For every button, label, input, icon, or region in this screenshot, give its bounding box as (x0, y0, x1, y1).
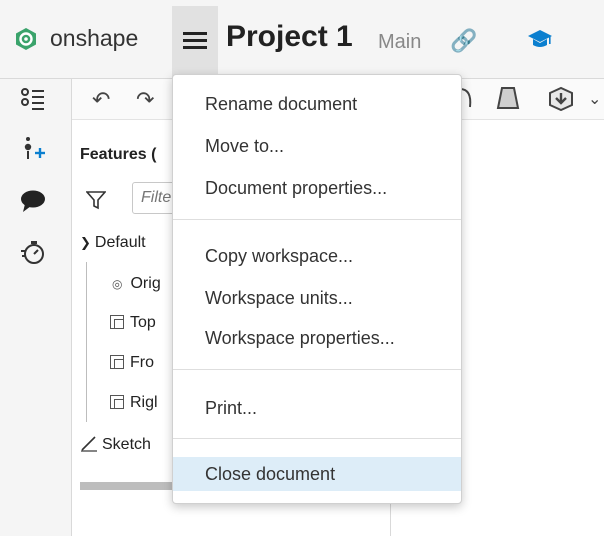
workspace-name[interactable]: Main (378, 31, 421, 54)
tree-item-top-plane[interactable]: Top (110, 314, 156, 332)
origin-icon: ◎ (112, 277, 123, 291)
menu-icon (183, 32, 207, 35)
menu-separator (173, 438, 461, 439)
plane-icon (110, 355, 124, 369)
tree-item-label: Rigl (130, 394, 158, 411)
features-title: Features ( (80, 146, 157, 163)
undo-icon[interactable]: ↶ (92, 87, 110, 113)
tree-item-label: Top (130, 314, 156, 331)
plane-icon (110, 395, 124, 409)
menu-item-workspace-units[interactable]: Workspace units... (173, 281, 461, 315)
tree-guide-line (86, 262, 87, 422)
link-icon[interactable]: 🔗 (450, 28, 477, 54)
tree-item-label: Fro (130, 354, 154, 371)
menu-separator (173, 219, 461, 220)
onshape-logo-icon[interactable] (14, 27, 38, 51)
insertable-icon[interactable] (20, 135, 46, 161)
menu-item-workspace-properties[interactable]: Workspace properties... (173, 321, 461, 355)
left-rail (0, 79, 72, 536)
sketch-pencil-icon (81, 436, 97, 452)
tree-item-sketch[interactable]: Sketch (80, 434, 151, 454)
loft-icon[interactable] (496, 85, 520, 111)
document-menu-dropdown: Rename document Move to... Document prop… (172, 74, 462, 504)
tree-item-front-plane[interactable]: Fro (110, 354, 154, 372)
menu-separator (173, 369, 461, 370)
menu-item-close-document[interactable]: Close document (173, 457, 461, 491)
tree-item-label: Default (94, 234, 146, 251)
menu-item-document-properties[interactable]: Document properties... (173, 171, 461, 205)
document-menu-button[interactable] (172, 6, 218, 78)
chevron-down-icon[interactable]: ⌄ (588, 89, 601, 109)
learning-center-icon[interactable] (527, 28, 553, 50)
document-title[interactable]: Project 1 (226, 20, 353, 54)
tree-item-label: Sketch (102, 436, 151, 453)
timer-icon[interactable] (20, 239, 46, 265)
brand-name[interactable]: onshape (50, 25, 138, 52)
menu-item-move-to[interactable]: Move to... (173, 129, 461, 163)
tree-item-right-plane[interactable]: Rigl (110, 394, 158, 412)
menu-item-copy-workspace[interactable]: Copy workspace... (173, 239, 461, 273)
feature-list-icon[interactable] (20, 87, 46, 111)
tree-item-default-group[interactable]: ❯ Default (80, 234, 146, 252)
plane-icon (110, 315, 124, 329)
top-bar: onshape Project 1 Main 🔗 (0, 0, 604, 79)
redo-icon[interactable]: ↷ (136, 87, 154, 113)
chevron-down-icon[interactable]: ❯ (80, 235, 91, 250)
menu-item-rename-document[interactable]: Rename document (173, 87, 461, 121)
tree-item-origin[interactable]: ◎ Orig (112, 275, 161, 293)
tree-item-label: Orig (130, 275, 161, 292)
filter-icon[interactable] (86, 190, 106, 210)
menu-item-print[interactable]: Print... (173, 391, 461, 425)
insert-part-icon[interactable] (547, 85, 575, 111)
comments-icon[interactable] (20, 189, 46, 213)
